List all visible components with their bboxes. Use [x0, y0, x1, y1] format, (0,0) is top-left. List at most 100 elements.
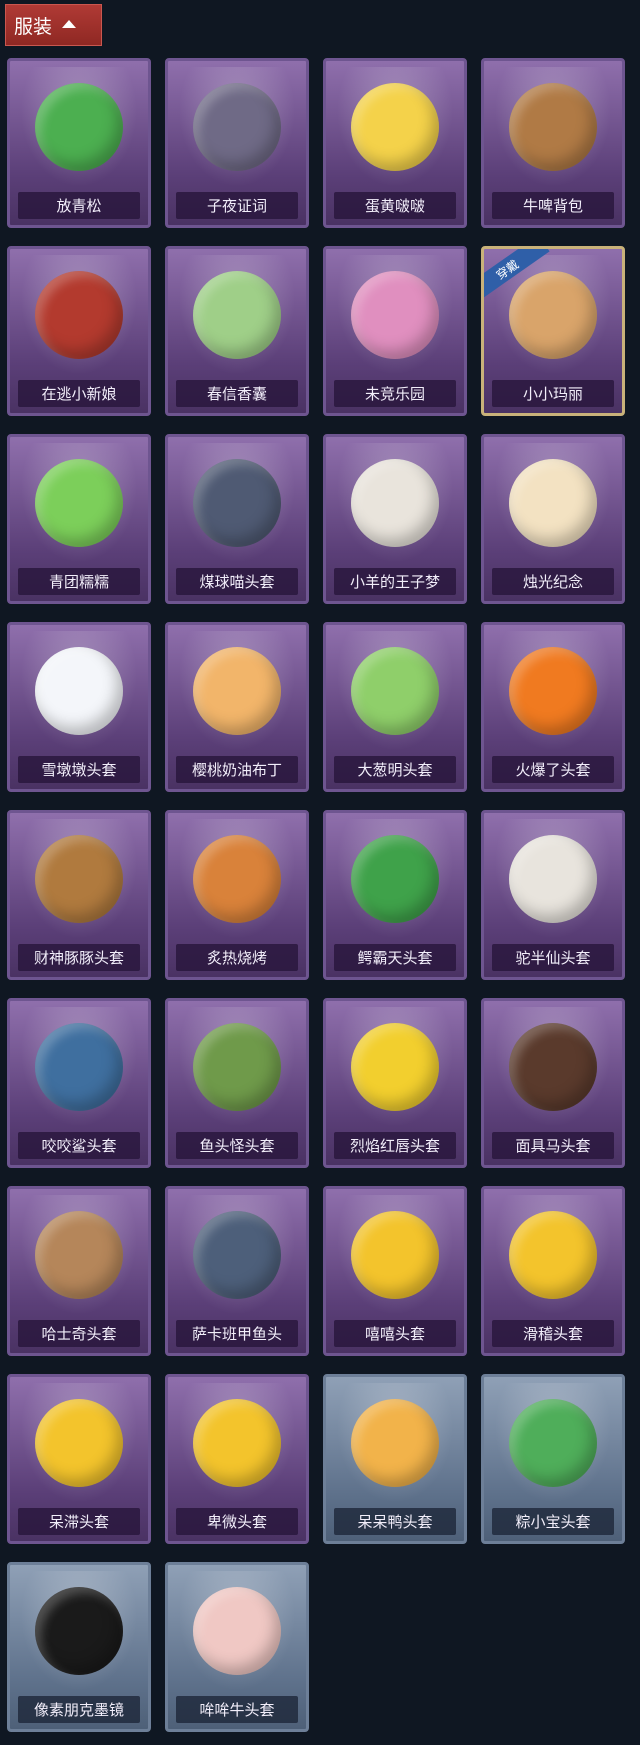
costume-item-card[interactable]: 面具马头套 [481, 998, 625, 1168]
fish-head-icon [193, 1023, 281, 1111]
costume-item-label: 子夜证词 [176, 192, 298, 219]
costume-item-card[interactable]: 财神豚豚头套 [7, 810, 151, 980]
costume-item-label: 雪墩墩头套 [18, 756, 140, 783]
costume-item-label: 鱼头怪头套 [176, 1132, 298, 1159]
costume-item-card[interactable]: 滑稽头套 [481, 1186, 625, 1356]
fire-head-icon [509, 647, 597, 735]
costume-item-label: 鳄霸天头套 [334, 944, 456, 971]
tree-pot-icon [35, 83, 123, 171]
stare-emoji-icon [35, 1399, 123, 1487]
duck-head-icon [351, 1399, 439, 1487]
costume-item-card[interactable]: 呆滞头套 [7, 1374, 151, 1544]
costume-item-label: 烛光纪念 [492, 568, 614, 595]
costume-item-card[interactable]: 在逃小新娘 [7, 246, 151, 416]
costume-item-label: 面具马头套 [492, 1132, 614, 1159]
costume-item-label: 驼半仙头套 [492, 944, 614, 971]
zongzi-head-icon [509, 1399, 597, 1487]
costume-item-card[interactable]: 哈士奇头套 [7, 1186, 151, 1356]
pixel-sunglasses-icon [35, 1587, 123, 1675]
costume-item-card[interactable]: 穿戴 小小玛丽 [481, 246, 625, 416]
capybara-head-icon [35, 835, 123, 923]
costume-item-card[interactable]: 嘻嘻头套 [323, 1186, 467, 1356]
costume-item-card[interactable]: 青团糯糯 [7, 434, 151, 604]
costume-item-label: 牛啤背包 [492, 192, 614, 219]
costume-item-card[interactable]: 雪墩墩头套 [7, 622, 151, 792]
costume-item-label: 咬咬鲨头套 [18, 1132, 140, 1159]
costume-item-card[interactable]: 哞哞牛头套 [165, 1562, 309, 1732]
costume-item-card[interactable]: 驼半仙头套 [481, 810, 625, 980]
costume-item-label: 蛋黄啵啵 [334, 192, 456, 219]
pudding-icon [193, 647, 281, 735]
costume-item-card[interactable]: 萨卡班甲鱼头 [165, 1186, 309, 1356]
costume-item-label: 放青松 [18, 192, 140, 219]
costume-item-label: 未竞乐园 [334, 380, 456, 407]
costume-item-label: 卑微头套 [176, 1508, 298, 1535]
costume-item-card[interactable]: 咬咬鲨头套 [7, 998, 151, 1168]
costume-item-label: 炙热烧烤 [176, 944, 298, 971]
costume-item-card[interactable]: 未竞乐园 [323, 246, 467, 416]
cow-head-icon [193, 1587, 281, 1675]
costume-item-card[interactable]: 鳄霸天头套 [323, 810, 467, 980]
lamp-icon [35, 271, 123, 359]
cat-head-icon [193, 459, 281, 547]
grin-emoji-icon [351, 1211, 439, 1299]
costume-item-card[interactable]: 烛光纪念 [481, 434, 625, 604]
costume-item-card[interactable]: 粽小宝头套 [481, 1374, 625, 1544]
costume-item-label: 萨卡班甲鱼头 [176, 1320, 298, 1347]
costume-item-card[interactable]: 小羊的王子梦 [323, 434, 467, 604]
horse-head-icon [509, 1023, 597, 1111]
shark-head-icon [35, 1023, 123, 1111]
croc-head-icon [351, 835, 439, 923]
chick-icon [351, 83, 439, 171]
costume-item-label: 煤球喵头套 [176, 568, 298, 595]
costume-item-card[interactable]: 像素朋克墨镜 [7, 1562, 151, 1732]
humble-emoji-icon [193, 1399, 281, 1487]
snowman-head-icon [35, 647, 123, 735]
sachet-icon [193, 271, 281, 359]
alpaca-head-icon [509, 835, 597, 923]
costume-item-card[interactable]: 大葱明头套 [323, 622, 467, 792]
costume-item-card[interactable]: 牛啤背包 [481, 58, 625, 228]
costume-category-title: 服装 [14, 15, 53, 38]
costume-item-card[interactable]: 呆呆鸭头套 [323, 1374, 467, 1544]
costume-item-card[interactable]: 煤球喵头套 [165, 434, 309, 604]
costume-item-label: 呆呆鸭头套 [334, 1508, 456, 1535]
costume-item-card[interactable]: 炙热烧烤 [165, 810, 309, 980]
dog-head-icon [35, 1211, 123, 1299]
fish-mask-icon [193, 1211, 281, 1299]
costume-item-label: 财神豚豚头套 [18, 944, 140, 971]
costume-item-label: 呆滞头套 [18, 1508, 140, 1535]
costume-item-card[interactable]: 樱桃奶油布丁 [165, 622, 309, 792]
costume-item-label: 春信香囊 [176, 380, 298, 407]
chevron-up-icon [62, 20, 77, 28]
costume-item-card[interactable]: 放青松 [7, 58, 151, 228]
pikachu-head-icon [351, 1023, 439, 1111]
costume-item-label: 粽小宝头套 [492, 1508, 614, 1535]
costume-item-card[interactable]: 蛋黄啵啵 [323, 58, 467, 228]
costume-item-label: 像素朋克墨镜 [18, 1696, 140, 1723]
costume-item-card[interactable]: 子夜证词 [165, 58, 309, 228]
scallion-head-icon [351, 647, 439, 735]
costume-item-label: 滑稽头套 [492, 1320, 614, 1347]
doll-icon [351, 271, 439, 359]
costume-item-card[interactable]: 火爆了头套 [481, 622, 625, 792]
costume-category-toggle[interactable]: 服装 [5, 4, 102, 46]
costume-item-card[interactable]: 卑微头套 [165, 1374, 309, 1544]
costume-item-label: 火爆了头套 [492, 756, 614, 783]
costume-item-label: 大葱明头套 [334, 756, 456, 783]
costume-item-label: 小小玛丽 [492, 380, 614, 407]
costume-item-card[interactable]: 春信香囊 [165, 246, 309, 416]
costume-grid: 放青松 子夜证词 蛋黄啵啵 牛啤背包在逃小新娘 春信香囊 未竞乐园 穿戴 小小玛丽青团糯糯 煤球… [7, 58, 633, 1732]
crow-mask-icon [193, 83, 281, 171]
costume-item-card[interactable]: 烈焰红唇头套 [323, 998, 467, 1168]
barrel-icon [509, 83, 597, 171]
costume-item-label: 在逃小新娘 [18, 380, 140, 407]
costume-item-label: 青团糯糯 [18, 568, 140, 595]
costume-item-label: 樱桃奶油布丁 [176, 756, 298, 783]
costume-item-card[interactable]: 鱼头怪头套 [165, 998, 309, 1168]
smirk-emoji-icon [509, 1211, 597, 1299]
candle-icon [509, 459, 597, 547]
bbq-head-icon [193, 835, 281, 923]
green-bun-icon [35, 459, 123, 547]
costume-item-label: 小羊的王子梦 [334, 568, 456, 595]
